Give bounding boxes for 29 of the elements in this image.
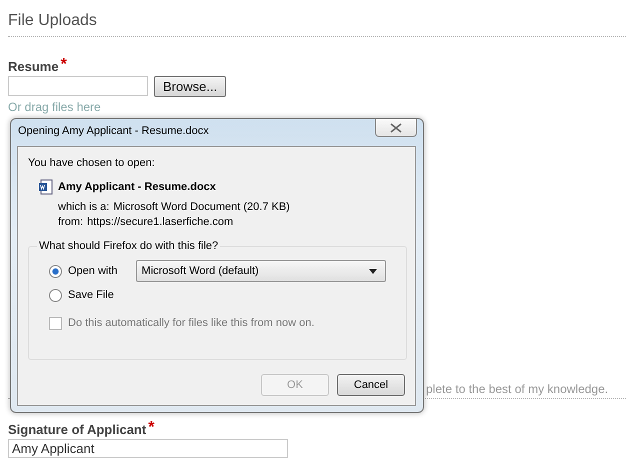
caret-icon bbox=[368, 268, 377, 274]
application-dropdown[interactable]: Microsoft Word (default) bbox=[136, 260, 386, 282]
intro-text: You have chosen to open: bbox=[28, 157, 156, 169]
radio-label: Open with bbox=[68, 265, 118, 277]
info-value: Microsoft Word Document (20.7 KB) bbox=[113, 201, 290, 213]
signature-field[interactable]: Amy Applicant bbox=[8, 439, 288, 458]
checkbox-label: Do this automatically for files like this from now on. bbox=[68, 317, 314, 329]
radio-button[interactable] bbox=[49, 288, 62, 302]
radio-label: Save File bbox=[68, 289, 114, 301]
group-title: What should Firefox do with this file? bbox=[38, 240, 220, 252]
info-value: https://secure1.laserfiche.com bbox=[87, 216, 234, 228]
dialog-title: Opening Amy Applicant - Resume.docx bbox=[18, 125, 209, 137]
statement-text: plete to the best of my knowledge. bbox=[426, 382, 610, 395]
document-icon bbox=[38, 179, 54, 195]
close-button[interactable] bbox=[375, 119, 417, 137]
file-path-field[interactable] bbox=[8, 76, 148, 96]
field-label: Signature of Applicant bbox=[8, 422, 146, 437]
field-label: Resume bbox=[8, 59, 59, 74]
cancel-button[interactable]: Cancel bbox=[337, 374, 405, 396]
close-icon bbox=[390, 122, 402, 132]
file-name: Amy Applicant - Resume.docx bbox=[58, 181, 216, 193]
required-mark: * bbox=[60, 59, 67, 71]
radio-button[interactable] bbox=[49, 264, 62, 278]
section-title: File Uploads bbox=[8, 11, 98, 31]
info-label: which is a: bbox=[58, 201, 110, 213]
drop-hint: Or drag files here bbox=[8, 100, 102, 114]
required-mark: * bbox=[148, 422, 154, 434]
info-label: from: bbox=[58, 216, 84, 228]
browse-button[interactable]: Browse... bbox=[154, 76, 226, 97]
